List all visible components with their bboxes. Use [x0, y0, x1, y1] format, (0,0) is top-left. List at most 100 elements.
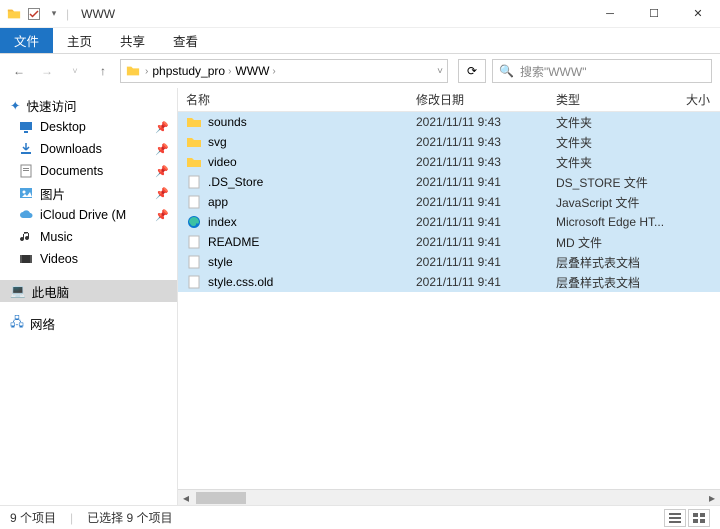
table-row[interactable]: video2021/11/11 9:43文件夹	[178, 152, 720, 172]
tab-view[interactable]: 查看	[159, 28, 212, 53]
status-bar: 9 个项目 | 已选择 9 个项目	[0, 505, 720, 529]
selected-count: 已选择 9 个项目	[87, 509, 172, 526]
table-row[interactable]: README2021/11/11 9:41MD 文件	[178, 232, 720, 252]
sidebar-item[interactable]: 图片📌	[0, 182, 177, 204]
forward-button[interactable]: →	[36, 60, 58, 82]
sidebar-item[interactable]: Music	[0, 226, 177, 248]
title-bar: ▾ | WWW ─ ☐ ✕	[0, 0, 720, 28]
recent-dropdown[interactable]: ˅	[64, 60, 86, 82]
doc-icon	[18, 163, 34, 179]
view-details-button[interactable]	[664, 509, 686, 527]
qat-dropdown-icon[interactable]: ▾	[46, 6, 62, 22]
file-name: style	[208, 255, 233, 269]
back-button[interactable]: ←	[8, 60, 30, 82]
pin-icon: 📌	[155, 209, 169, 222]
file-type: 文件夹	[548, 134, 678, 151]
file-icon	[186, 194, 202, 210]
col-name[interactable]: 名称	[178, 91, 408, 108]
up-button[interactable]: ↑	[92, 60, 114, 82]
network-icon: 🖧	[10, 313, 24, 334]
sidebar-quick-access[interactable]: ✦ 快速访问	[0, 94, 177, 116]
minimize-button[interactable]: ─	[588, 0, 632, 28]
table-row[interactable]: sounds2021/11/11 9:43文件夹	[178, 112, 720, 132]
address-dropdown-icon[interactable]: ˅	[437, 66, 443, 77]
sidebar-item-label: Videos	[40, 252, 78, 266]
tab-share[interactable]: 共享	[106, 28, 159, 53]
col-type[interactable]: 类型	[548, 91, 678, 108]
sidebar: ✦ 快速访问 Desktop📌Downloads📌Documents📌图片📌iC…	[0, 88, 178, 505]
view-icons-button[interactable]	[688, 509, 710, 527]
pin-icon: 📌	[155, 187, 169, 200]
folder-icon	[6, 6, 22, 22]
refresh-button[interactable]: ⟳	[458, 59, 486, 83]
breadcrumb-item[interactable]: WWW›	[235, 64, 275, 78]
scroll-thumb[interactable]	[196, 492, 246, 504]
file-icon	[186, 254, 202, 270]
download-icon	[18, 141, 34, 157]
file-type: 层叠样式表文档	[548, 274, 678, 291]
edge-icon	[186, 214, 202, 230]
chevron-right-icon[interactable]: ›	[145, 66, 148, 77]
file-name: .DS_Store	[208, 175, 263, 189]
file-date: 2021/11/11 9:41	[408, 195, 548, 209]
nav-bar: ← → ˅ ↑ › phpstudy_pro› WWW› ˅ ⟳ 🔍 搜索"WW…	[0, 54, 720, 88]
table-row[interactable]: index 2021/11/11 9:41Microsoft Edge HT...	[178, 212, 720, 232]
table-row[interactable]: style.css.old 2021/11/11 9:41层叠样式表文档	[178, 272, 720, 292]
column-headers: 名称 修改日期 类型 大小	[178, 88, 720, 112]
sidebar-item[interactable]: Downloads📌	[0, 138, 177, 160]
cloud-icon	[18, 207, 34, 223]
sidebar-item-label: Music	[40, 230, 73, 244]
file-name: app	[208, 195, 228, 209]
scroll-left-icon[interactable]: ◂	[178, 491, 194, 505]
scroll-right-icon[interactable]: ▸	[704, 491, 720, 505]
file-date: 2021/11/11 9:43	[408, 115, 548, 129]
folder-icon	[186, 114, 202, 130]
file-date: 2021/11/11 9:41	[408, 175, 548, 189]
pic-icon	[18, 185, 34, 201]
tab-home[interactable]: 主页	[53, 28, 106, 53]
table-row[interactable]: style 2021/11/11 9:41层叠样式表文档	[178, 252, 720, 272]
sidebar-item[interactable]: Desktop📌	[0, 116, 177, 138]
sidebar-network[interactable]: 🖧 网络	[0, 312, 177, 334]
file-list[interactable]: sounds2021/11/11 9:43文件夹svg2021/11/11 9:…	[178, 112, 720, 489]
sidebar-item[interactable]: Videos	[0, 248, 177, 270]
sidebar-item-label: Downloads	[40, 142, 102, 156]
breadcrumb-item[interactable]: phpstudy_pro›	[152, 64, 231, 78]
close-button[interactable]: ✕	[676, 0, 720, 28]
sidebar-this-pc[interactable]: 💻 此电脑	[0, 280, 177, 302]
file-type: MD 文件	[548, 234, 678, 251]
horizontal-scrollbar[interactable]: ◂ ▸	[178, 489, 720, 505]
video-icon	[18, 251, 34, 267]
search-input[interactable]: 🔍 搜索"WWW"	[492, 59, 712, 83]
address-bar[interactable]: › phpstudy_pro› WWW› ˅	[120, 59, 448, 83]
search-placeholder: 搜索"WWW"	[520, 63, 587, 80]
col-date[interactable]: 修改日期	[408, 91, 548, 108]
file-date: 2021/11/11 9:41	[408, 275, 548, 289]
file-type: 层叠样式表文档	[548, 254, 678, 271]
file-date: 2021/11/11 9:41	[408, 255, 548, 269]
qat-checkbox-icon[interactable]	[26, 6, 42, 22]
desktop-icon	[18, 119, 34, 135]
folder-icon	[186, 154, 202, 170]
tab-file[interactable]: 文件	[0, 28, 53, 53]
maximize-button[interactable]: ☐	[632, 0, 676, 28]
file-name: style.css.old	[208, 275, 273, 289]
table-row[interactable]: .DS_Store2021/11/11 9:41DS_STORE 文件	[178, 172, 720, 192]
sidebar-item[interactable]: iCloud Drive (M📌	[0, 204, 177, 226]
folder-icon	[186, 134, 202, 150]
search-icon: 🔍	[499, 64, 514, 78]
col-size[interactable]: 大小	[678, 91, 720, 108]
file-date: 2021/11/11 9:41	[408, 215, 548, 229]
table-row[interactable]: svg2021/11/11 9:43文件夹	[178, 132, 720, 152]
sidebar-item[interactable]: Documents📌	[0, 160, 177, 182]
table-row[interactable]: app2021/11/11 9:41JavaScript 文件	[178, 192, 720, 212]
pin-icon: 📌	[155, 121, 169, 134]
folder-icon	[125, 63, 141, 79]
file-name: svg	[208, 135, 227, 149]
sidebar-item-label: Documents	[40, 164, 103, 178]
file-date: 2021/11/11 9:43	[408, 155, 548, 169]
file-type: Microsoft Edge HT...	[548, 215, 678, 229]
file-name: index	[208, 215, 237, 229]
ribbon-tabs: 文件 主页 共享 查看	[0, 28, 720, 54]
file-name: sounds	[208, 115, 247, 129]
